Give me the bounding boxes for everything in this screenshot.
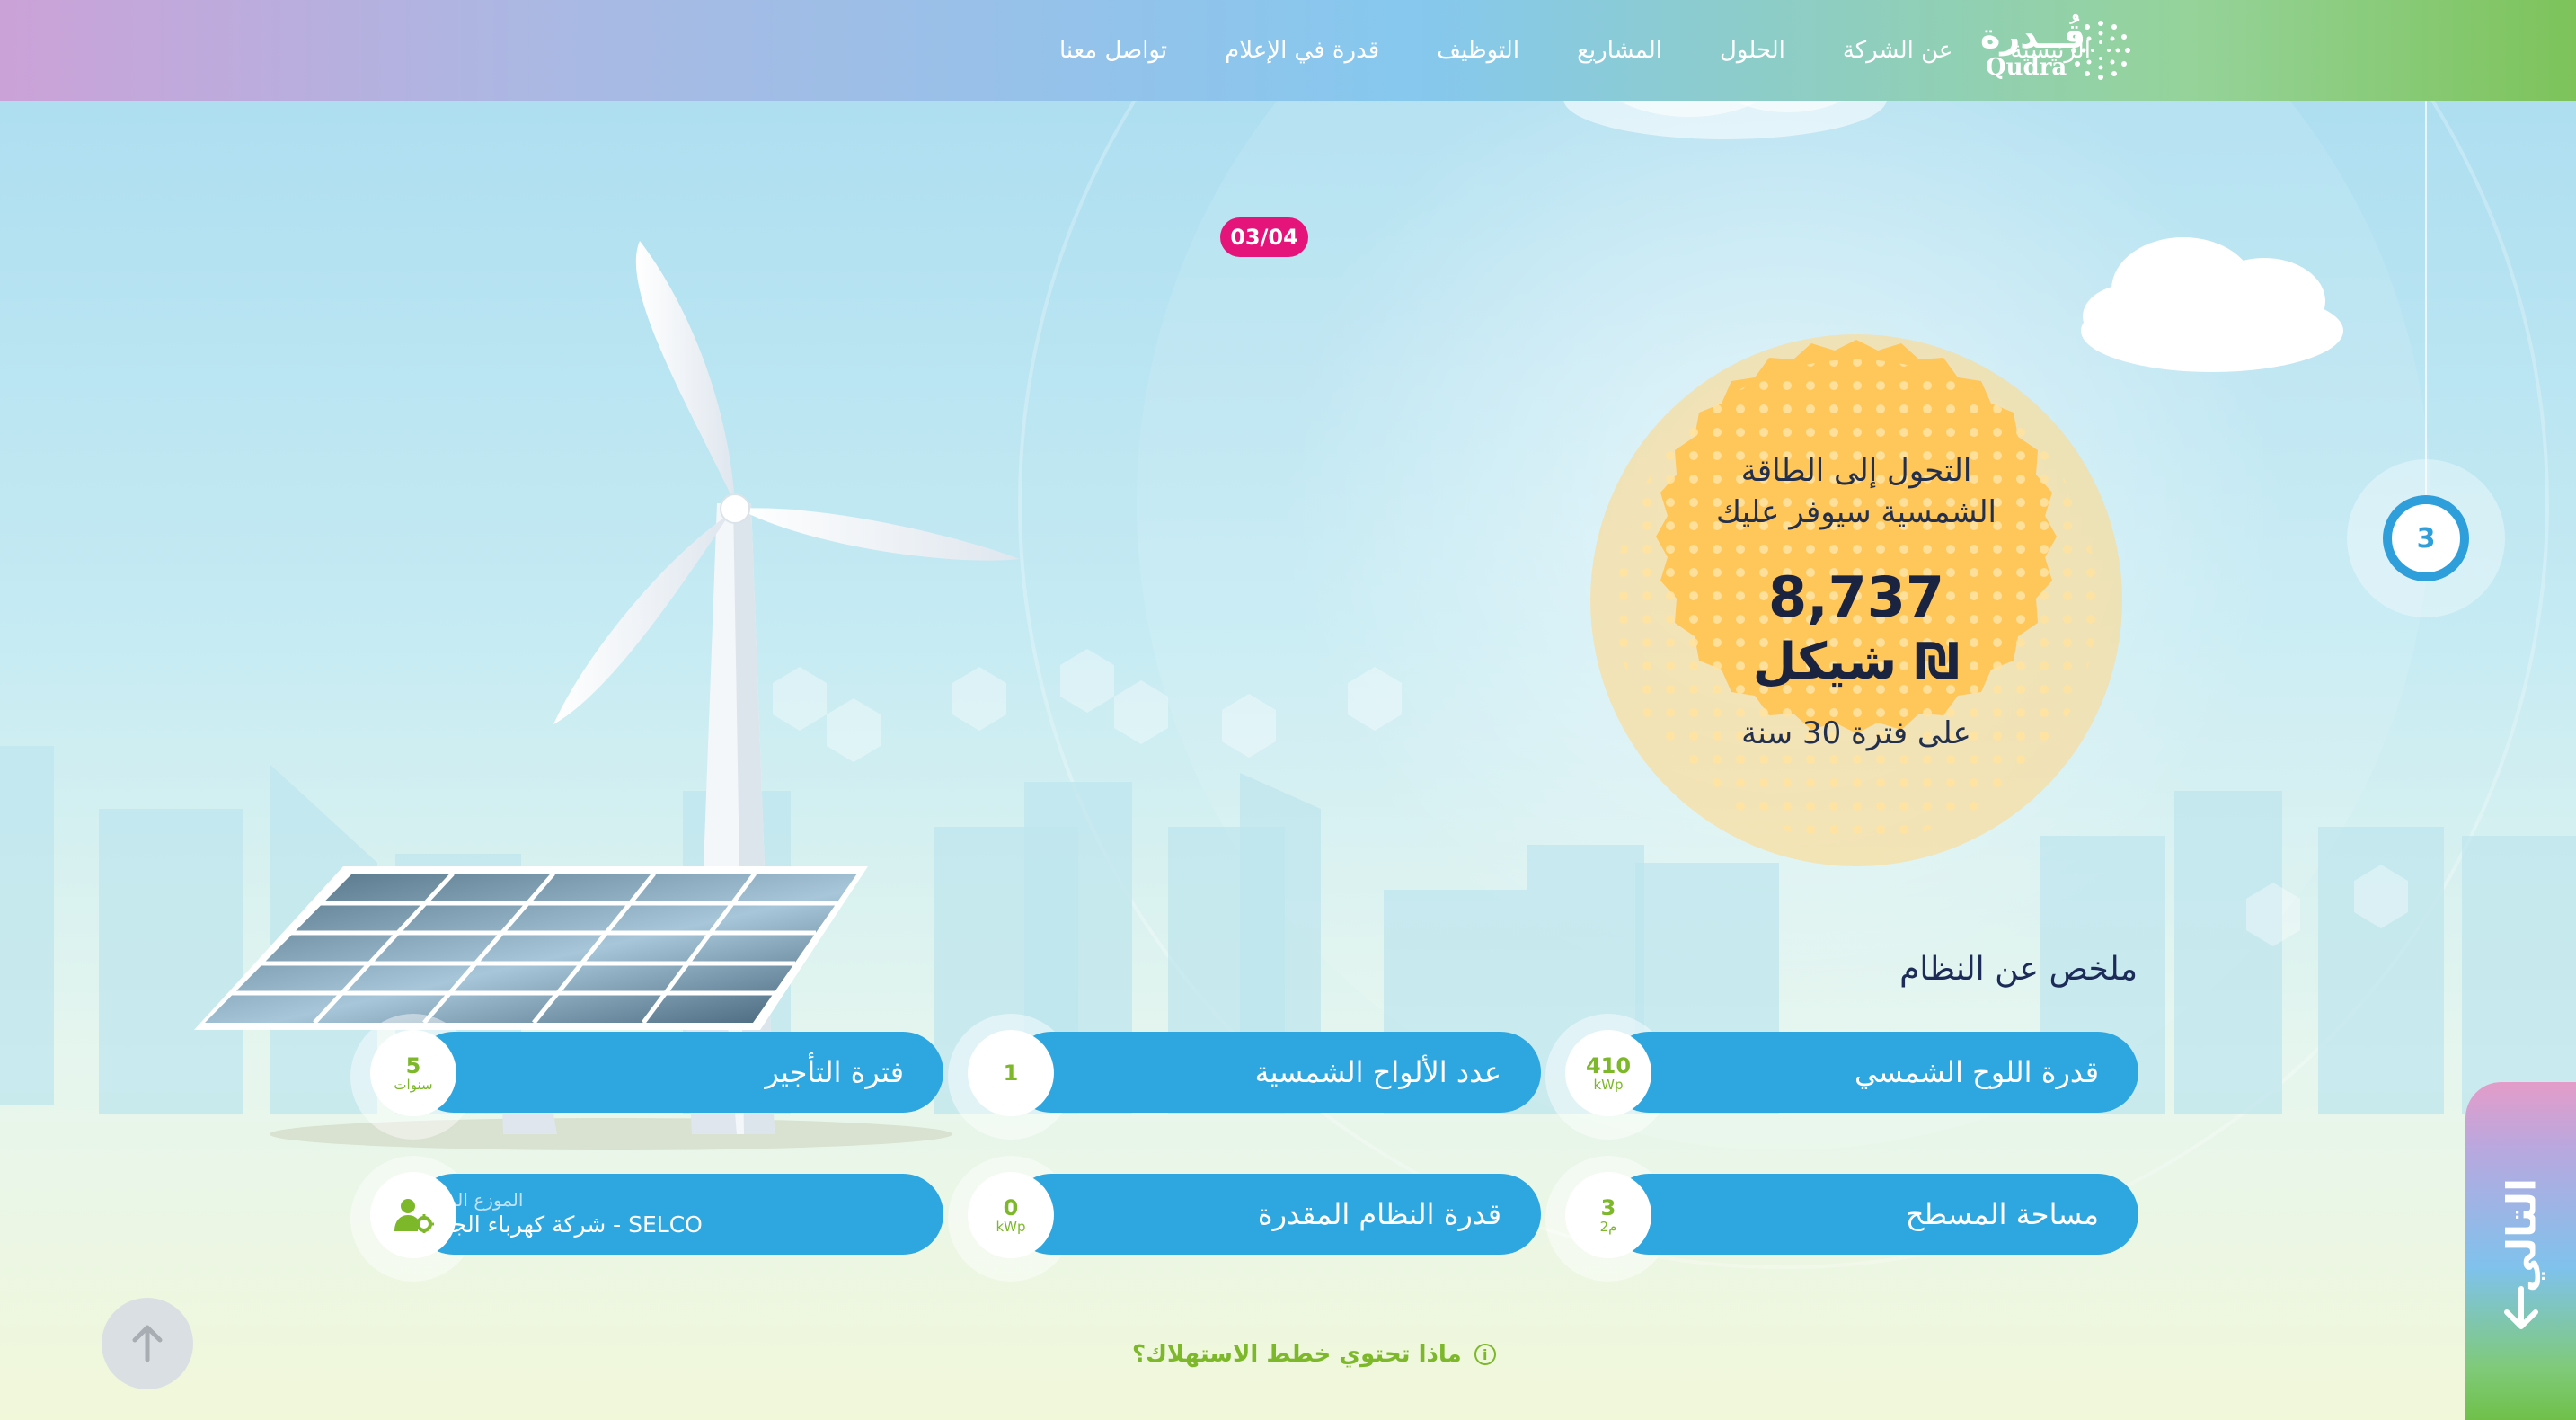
arrow-up-icon xyxy=(132,1325,163,1362)
roof-area-label: مساحة المسطح xyxy=(1905,1197,2099,1231)
roof-area-value: 3 xyxy=(1600,1194,1616,1220)
summary-item-panel-count: عدد الألواح الشمسية 1 xyxy=(948,1014,1541,1140)
panel-capacity-unit: kWp xyxy=(1593,1076,1624,1093)
system-capacity-pill[interactable]: قدرة النظام المقدرة xyxy=(1011,1174,1541,1255)
panel-count-value-circle: 1 xyxy=(968,1030,1054,1116)
slide-counter-badge: 03/04 xyxy=(1220,217,1308,257)
lease-period-unit: سنوات xyxy=(394,1076,433,1093)
logo-latin-text: Qudra xyxy=(1986,54,2067,81)
lease-period-pill[interactable]: فترة التأجير xyxy=(413,1032,943,1113)
summary-item-panel-capacity: قدرة اللوح الشمسي 410 kWp xyxy=(1545,1014,2138,1140)
distributor-name: SELCO - شركة كهرباء الجنوب xyxy=(413,1211,703,1238)
nav-item-careers[interactable]: التوظيف xyxy=(1437,37,1519,64)
step-connector-line xyxy=(2425,101,2427,496)
main-nav: الرئيسية عن الشركة الحلول المشاريع التوظ… xyxy=(1059,0,2091,101)
back-to-top-button[interactable] xyxy=(102,1298,193,1389)
consumption-plans-label: ماذا تحتوي خطط الاستهلاك؟ xyxy=(1132,1341,1462,1368)
summary-item-lease-period: فترة التأجير 5 سنوات xyxy=(350,1014,943,1140)
roof-area-pill[interactable]: مساحة المسطح xyxy=(1608,1174,2138,1255)
savings-line-2: الشمسية سيوفر عليك xyxy=(1715,494,1996,530)
system-summary-title: ملخص عن النظام xyxy=(1899,951,2138,988)
logo-sunburst-icon xyxy=(2071,21,2130,80)
nav-item-solutions[interactable]: الحلول xyxy=(1720,37,1785,64)
panel-count-pill[interactable]: عدد الألواح الشمسية xyxy=(1011,1032,1541,1113)
info-icon: i xyxy=(1474,1344,1496,1365)
lease-period-value: 5 xyxy=(405,1052,421,1078)
panel-capacity-label: قدرة اللوح الشمسي xyxy=(1855,1055,2099,1089)
distributor-pill[interactable]: الموزع المعتمد SELCO - شركة كهرباء الجنو… xyxy=(413,1174,943,1255)
panel-count-label: عدد الألواح الشمسية xyxy=(1254,1055,1502,1089)
savings-badge: التحول إلى الطاقة الشمسية سيوفر عليك 8,7… xyxy=(1592,336,2120,865)
distributor-icon-circle xyxy=(370,1172,456,1258)
savings-currency: ₪ شيكل xyxy=(1752,633,1961,691)
wind-turbine xyxy=(553,241,1019,1134)
next-step-tab[interactable]: التالي xyxy=(2465,1082,2576,1420)
system-capacity-label: قدرة النظام المقدرة xyxy=(1257,1197,1501,1231)
system-capacity-unit: kWp xyxy=(996,1218,1026,1235)
savings-line-1: التحول إلى الطاقة xyxy=(1740,453,1972,489)
summary-item-roof-area: مساحة المسطح 3 2م xyxy=(1545,1156,2138,1282)
qudra-logo[interactable]: قُــدرة Qudra xyxy=(1977,16,2138,88)
nav-item-media[interactable]: قدرة في الإعلام xyxy=(1225,37,1379,64)
lease-period-value-circle: 5 سنوات xyxy=(370,1030,456,1116)
panel-capacity-pill[interactable]: قدرة اللوح الشمسي xyxy=(1608,1032,2138,1113)
system-capacity-value-circle: 0 kWp xyxy=(968,1172,1054,1258)
system-capacity-value: 0 xyxy=(1003,1194,1019,1220)
step-indicator: 3 xyxy=(2383,495,2469,581)
summary-item-system-capacity: قدرة النظام المقدرة 0 kWp xyxy=(948,1156,1541,1282)
top-navigation-bar: الرئيسية عن الشركة الحلول المشاريع التوظ… xyxy=(0,0,2576,101)
user-gear-icon xyxy=(394,1199,434,1233)
panel-capacity-value-circle: 410 kWp xyxy=(1565,1030,1651,1116)
summary-item-distributor: الموزع المعتمد SELCO - شركة كهرباء الجنو… xyxy=(350,1156,943,1282)
nav-item-projects[interactable]: المشاريع xyxy=(1577,37,1662,64)
consumption-plans-link[interactable]: i ماذا تحتوي خطط الاستهلاك؟ xyxy=(1132,1341,1496,1368)
roof-area-value-circle: 3 2م xyxy=(1565,1172,1651,1258)
lease-period-label: فترة التأجير xyxy=(765,1055,904,1089)
savings-period: على فترة 30 سنة xyxy=(1741,715,1971,751)
roof-area-unit: 2م xyxy=(1599,1218,1617,1235)
savings-amount: 8,737 xyxy=(1767,564,1945,630)
nav-item-contact[interactable]: تواصل معنا xyxy=(1059,37,1167,64)
panel-capacity-value: 410 xyxy=(1585,1052,1632,1078)
nav-item-about[interactable]: عن الشركة xyxy=(1843,37,1953,64)
next-step-label: التالي xyxy=(2499,1177,2545,1292)
arrow-down-icon xyxy=(2504,1286,2538,1329)
panel-count-value: 1 xyxy=(1003,1060,1019,1086)
